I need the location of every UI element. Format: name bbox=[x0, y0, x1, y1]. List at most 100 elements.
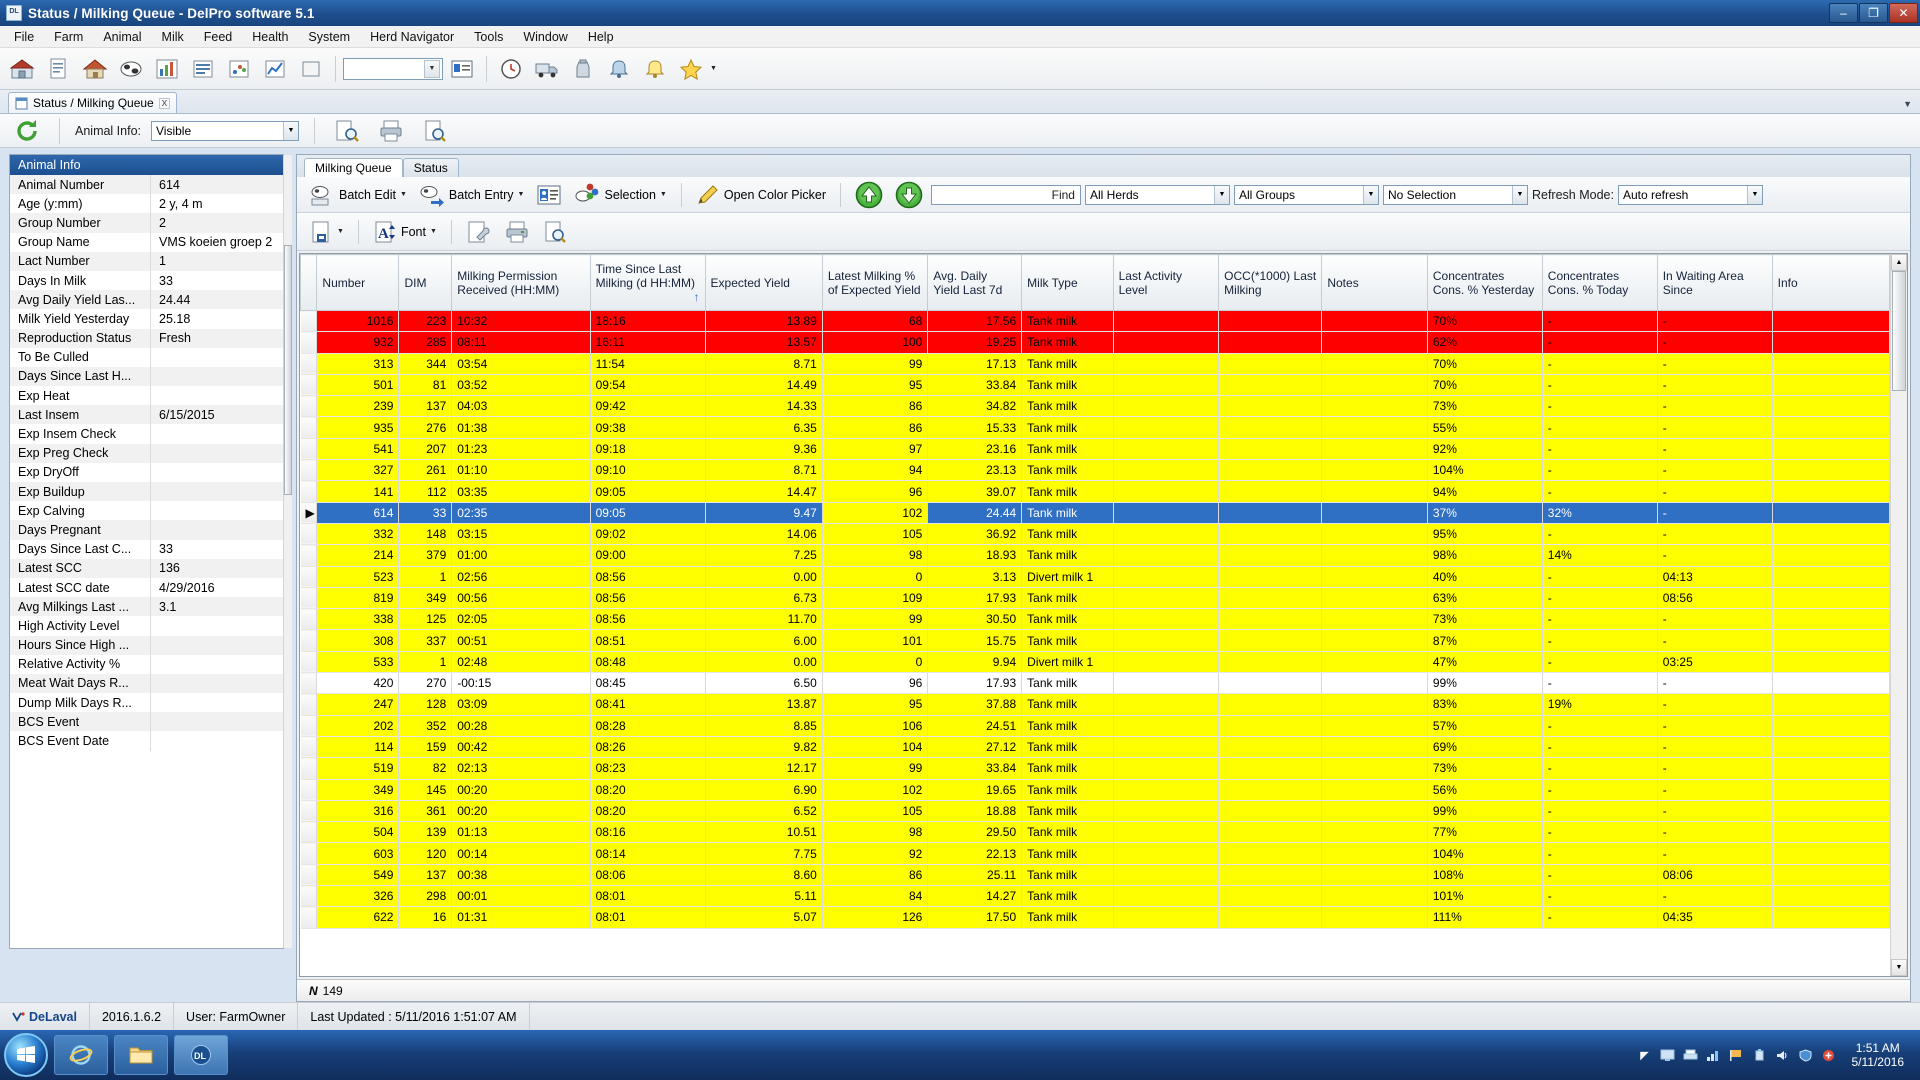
table-cell[interactable]: 9.82 bbox=[705, 736, 823, 759]
table-cell[interactable]: 17.93 bbox=[927, 587, 1023, 610]
table-cell[interactable]: 73% bbox=[1427, 757, 1543, 780]
table-cell[interactable] bbox=[1321, 353, 1428, 375]
table-cell[interactable]: Tank milk bbox=[1021, 480, 1114, 503]
table-cell[interactable] bbox=[1218, 864, 1323, 887]
toolbar-combo[interactable]: ▼ bbox=[343, 57, 443, 80]
table-cell[interactable]: 99 bbox=[822, 353, 929, 375]
table-cell[interactable]: Tank milk bbox=[1021, 523, 1114, 546]
table-cell[interactable]: 14.49 bbox=[705, 374, 823, 397]
table-cell[interactable]: Tank milk bbox=[1021, 693, 1114, 716]
table-cell[interactable]: 08:48 bbox=[590, 651, 706, 674]
table-cell[interactable]: 14.47 bbox=[705, 480, 823, 503]
table-cell[interactable] bbox=[1772, 693, 1890, 716]
table-cell[interactable]: - bbox=[1542, 779, 1658, 801]
column-header-dim[interactable]: DIM bbox=[398, 254, 453, 311]
table-cell[interactable]: 8.71 bbox=[705, 459, 823, 482]
table-cell[interactable]: 08:56 bbox=[590, 566, 706, 588]
speaker-icon[interactable] bbox=[1775, 1047, 1791, 1063]
table-cell[interactable] bbox=[1113, 906, 1220, 929]
table-cell[interactable]: 09:38 bbox=[590, 416, 706, 439]
table-cell[interactable]: 00:38 bbox=[451, 864, 591, 887]
table-cell[interactable]: 519 bbox=[316, 757, 400, 780]
preview-icon[interactable] bbox=[418, 114, 452, 148]
table-cell[interactable] bbox=[1772, 395, 1890, 418]
table-cell[interactable]: 101% bbox=[1427, 885, 1543, 908]
animal-info-row[interactable]: Milk Yield Yesterday 25.18 bbox=[10, 309, 283, 329]
close-icon[interactable]: x bbox=[158, 97, 171, 109]
table-cell[interactable]: 94% bbox=[1427, 480, 1543, 503]
table-cell[interactable] bbox=[1113, 842, 1220, 865]
animal-info-row[interactable]: Animal Number 614 bbox=[10, 175, 283, 195]
id-card-icon[interactable] bbox=[445, 52, 479, 86]
table-cell[interactable]: 6.90 bbox=[705, 779, 823, 801]
row-selector[interactable] bbox=[300, 523, 318, 546]
table-cell[interactable]: 01:23 bbox=[451, 438, 591, 461]
table-cell[interactable]: - bbox=[1542, 480, 1658, 503]
table-cell[interactable] bbox=[1772, 672, 1890, 695]
table-cell[interactable]: Divert milk 1 bbox=[1021, 651, 1114, 674]
table-cell[interactable]: 55% bbox=[1427, 416, 1543, 439]
table-cell[interactable]: 6.50 bbox=[705, 672, 823, 695]
table-cell[interactable] bbox=[1772, 502, 1890, 524]
table-cell[interactable]: - bbox=[1657, 779, 1773, 801]
grid-vertical-scrollbar[interactable]: ▲ ▼ bbox=[1890, 254, 1907, 976]
table-cell[interactable]: Tank milk bbox=[1021, 608, 1114, 631]
table-cell[interactable]: 24.51 bbox=[927, 715, 1023, 737]
table-cell[interactable]: 22.13 bbox=[927, 842, 1023, 865]
table-row[interactable]: 622 16 01:31 08:01 5.07 126 17.50 Tank milk 111%… bbox=[300, 906, 1890, 929]
table-row[interactable]: 935 276 01:38 09:38 6.35 86 15.33 Tank milk 55% -… bbox=[300, 416, 1890, 439]
column-header-number[interactable]: Number bbox=[316, 254, 400, 311]
maximize-button[interactable]: ❐ bbox=[1859, 3, 1888, 23]
table-cell[interactable]: 11:54 bbox=[590, 353, 706, 375]
table-cell[interactable] bbox=[1772, 459, 1890, 482]
selection-button[interactable]: Selection ▼ bbox=[570, 181, 670, 209]
table-cell[interactable] bbox=[1218, 715, 1323, 737]
table-cell[interactable]: 10:32 bbox=[451, 310, 591, 333]
table-cell[interactable] bbox=[1321, 672, 1428, 695]
table-cell[interactable]: 379 bbox=[398, 544, 453, 567]
table-cell[interactable]: - bbox=[1542, 587, 1658, 610]
table-cell[interactable] bbox=[1321, 459, 1428, 482]
table-cell[interactable]: Tank milk bbox=[1021, 906, 1114, 929]
table-cell[interactable] bbox=[1113, 502, 1220, 524]
table-row[interactable]: 214 379 01:00 09:00 7.25 98 18.93 Tank milk 98% 1… bbox=[300, 544, 1890, 567]
table-cell[interactable]: 17.50 bbox=[927, 906, 1023, 929]
table-cell[interactable]: - bbox=[1657, 608, 1773, 631]
table-cell[interactable] bbox=[1113, 608, 1220, 631]
row-selector[interactable] bbox=[300, 374, 318, 397]
table-cell[interactable]: 819 bbox=[316, 587, 400, 610]
table-row[interactable]: 523 1 02:56 08:56 0.00 0 3.13 Divert milk 1 40% -… bbox=[300, 566, 1890, 588]
table-cell[interactable]: 73% bbox=[1427, 395, 1543, 418]
animal-info-row[interactable]: Exp Preg Check bbox=[10, 443, 283, 463]
table-cell[interactable] bbox=[1113, 864, 1220, 887]
table-cell[interactable]: Tank milk bbox=[1021, 438, 1114, 461]
table-cell[interactable]: - bbox=[1542, 906, 1658, 929]
table-cell[interactable]: 18.88 bbox=[927, 800, 1023, 823]
table-cell[interactable] bbox=[1113, 885, 1220, 908]
scroll-up-button[interactable]: ▲ bbox=[1891, 254, 1907, 271]
group-filter-select[interactable]: All Groups ▼ bbox=[1233, 184, 1379, 205]
table-cell[interactable]: 12.17 bbox=[705, 757, 823, 780]
column-header-last-activity-level[interactable]: Last Activity Level bbox=[1112, 254, 1220, 311]
table-cell[interactable]: 08:51 bbox=[590, 629, 706, 652]
table-cell[interactable] bbox=[1772, 779, 1890, 801]
table-cell[interactable]: 30.50 bbox=[927, 608, 1023, 631]
tab-status[interactable]: Status bbox=[402, 158, 459, 177]
table-cell[interactable]: 139 bbox=[398, 821, 453, 844]
table-cell[interactable]: 04:35 bbox=[1657, 906, 1773, 929]
row-selector[interactable] bbox=[300, 395, 318, 418]
table-cell[interactable]: 361 bbox=[398, 800, 453, 823]
document-tab-status-milking-queue[interactable]: Status / Milking Queue x bbox=[8, 92, 178, 113]
menu-item-file[interactable]: File bbox=[4, 27, 44, 47]
table-row[interactable]: 247 128 03:09 08:41 13.87 95 37.88 Tank milk 83%… bbox=[300, 693, 1890, 716]
table-cell[interactable]: Tank milk bbox=[1021, 310, 1114, 333]
animal-info-row[interactable]: Latest SCC 136 bbox=[10, 558, 283, 578]
table-cell[interactable] bbox=[1113, 544, 1220, 567]
table-cell[interactable] bbox=[1321, 608, 1428, 631]
table-cell[interactable] bbox=[1321, 779, 1428, 801]
table-cell[interactable] bbox=[1113, 416, 1220, 439]
table-cell[interactable] bbox=[1321, 374, 1428, 397]
table-cell[interactable]: 104% bbox=[1427, 842, 1543, 865]
table-cell[interactable]: 10.51 bbox=[705, 821, 823, 844]
chevron-down-icon[interactable]: ▼ bbox=[518, 191, 525, 198]
